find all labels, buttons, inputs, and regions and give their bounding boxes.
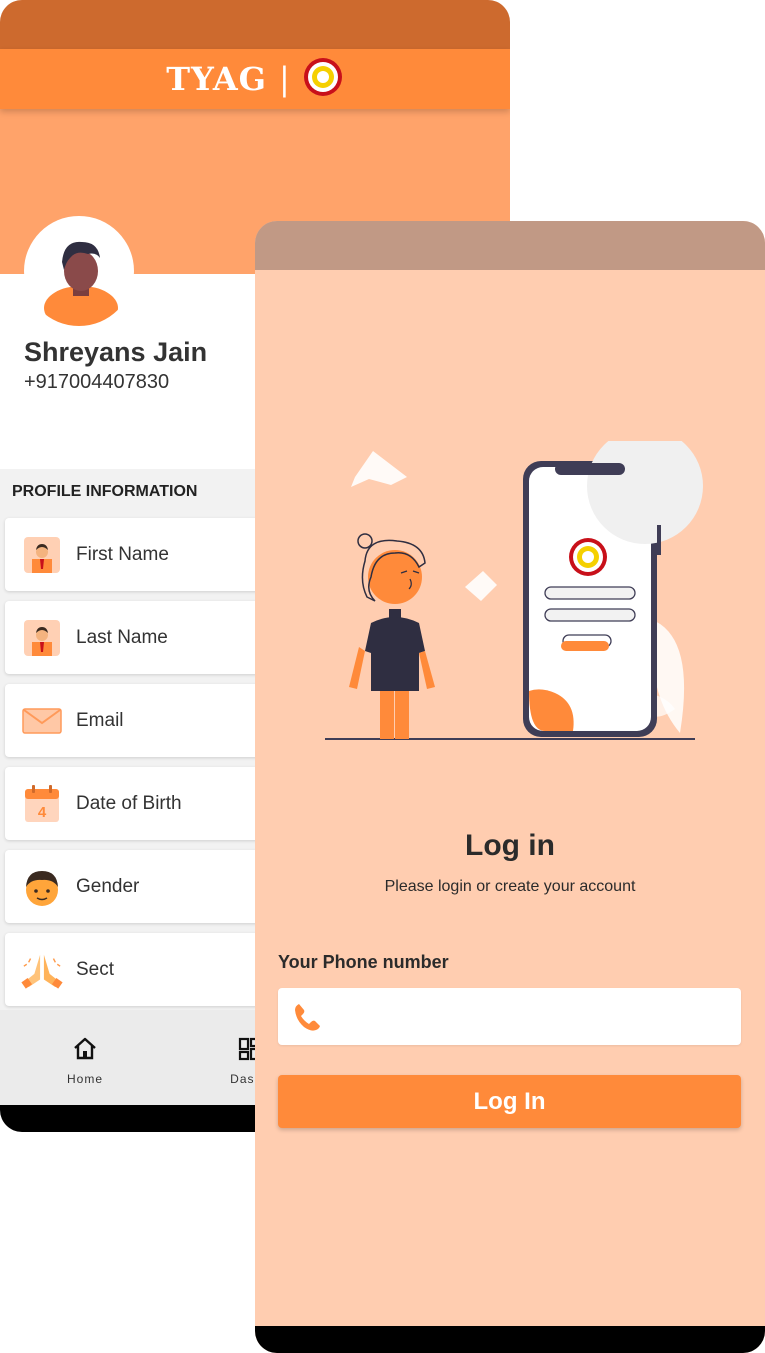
user-phone: +917004407830 [24, 371, 170, 393]
phone-field-label: Your Phone number [278, 952, 449, 972]
person-icon [21, 617, 63, 659]
profile-item-label: First Name [76, 543, 169, 565]
phone-input[interactable] [324, 988, 741, 1045]
login-button[interactable]: Log In [278, 1075, 741, 1128]
status-bar [0, 0, 510, 49]
tyag-ring-logo-icon [302, 56, 344, 103]
user-avatar-icon [44, 241, 118, 326]
profile-item-label: Gender [76, 875, 140, 897]
phone-icon [290, 1000, 324, 1034]
system-nav-bar [255, 1326, 765, 1353]
boy-face-icon [21, 866, 63, 908]
person-icon [21, 534, 63, 576]
avatar[interactable] [24, 216, 134, 326]
app-header: TYAG | [0, 49, 510, 109]
envelope-icon [21, 700, 63, 742]
nav-item-home[interactable]: Home [25, 1010, 145, 1105]
profile-item-label: Email [76, 709, 124, 731]
profile-item-label: Sect [76, 958, 115, 980]
profile-item-label: Last Name [76, 626, 168, 648]
person-with-phone-illustration [325, 441, 705, 740]
user-name: Shreyans Jain [24, 337, 208, 367]
home-icon [72, 1036, 98, 1062]
nav-label: Home [66, 1072, 103, 1086]
login-subtitle: Please login or create your account [384, 878, 636, 895]
profile-item-label: Date of Birth [76, 792, 182, 814]
folded-hands-icon [21, 949, 63, 991]
brand-name: TYAG [166, 60, 267, 98]
brand-separator: | [278, 60, 290, 98]
login-title: Log in [465, 829, 555, 862]
calendar-icon: 4 [21, 783, 63, 825]
status-bar [255, 221, 765, 270]
calendar-day: 4 [38, 804, 47, 821]
login-screen: Log in Please login or create your accou… [255, 221, 765, 1353]
phone-field[interactable] [278, 988, 741, 1045]
